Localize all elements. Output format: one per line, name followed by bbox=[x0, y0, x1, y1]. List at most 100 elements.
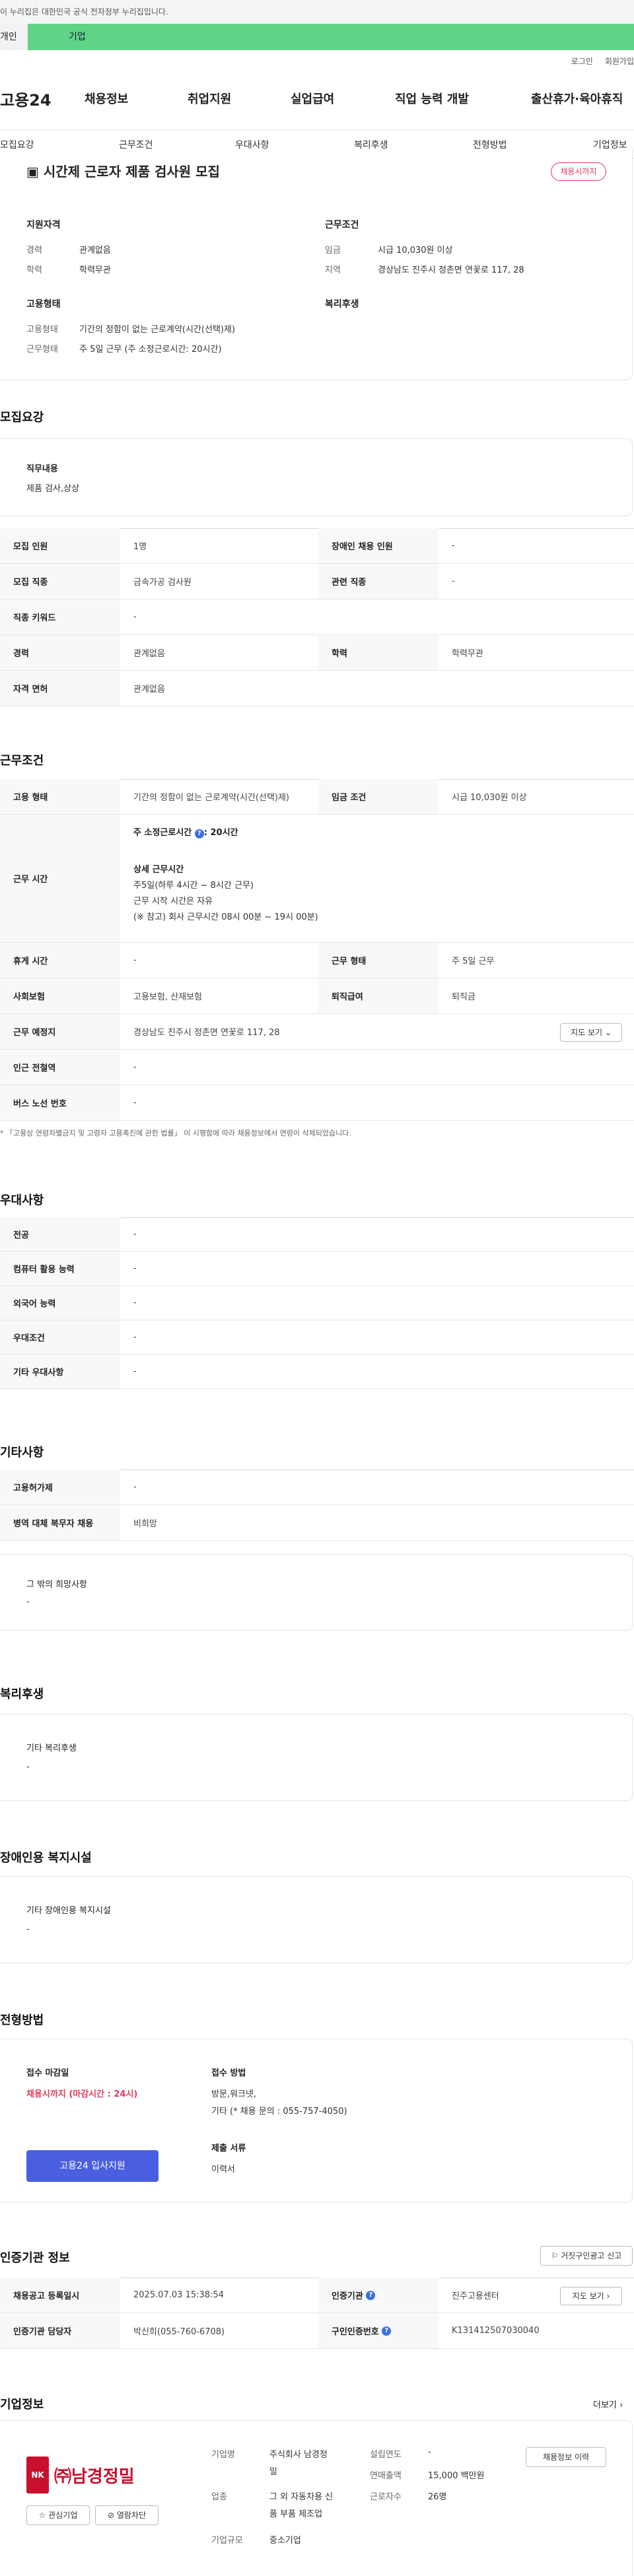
wage-label: 임금 bbox=[325, 246, 341, 255]
org-header-label: 인증기관 bbox=[332, 2291, 363, 2301]
bus-header: 버스 노선 번호 bbox=[0, 1085, 120, 1120]
detail-3: (※ 참고) 회사 근무시간 08시 00분 ~ 19시 00분) bbox=[133, 912, 318, 922]
recruit-header: 장애인 채용 인원 bbox=[318, 528, 439, 563]
site-logo[interactable]: 고용24 bbox=[0, 87, 52, 110]
method-1: 방문,워크넷, bbox=[211, 2089, 257, 2099]
recruit-value: - bbox=[452, 576, 455, 586]
org-header: 인증기관 ? bbox=[318, 2278, 439, 2313]
name-line-1: 주식회사 남경정 bbox=[269, 2450, 328, 2460]
rest-header: 휴게 시간 bbox=[0, 943, 120, 978]
edu-value: 학력무관 bbox=[79, 265, 111, 275]
apply-button[interactable]: 고용24 입사지원 bbox=[26, 2150, 158, 2182]
logo-text: ㈜남경정밀 bbox=[54, 2467, 135, 2487]
info-icon[interactable]: ? bbox=[366, 2290, 376, 2300]
fav-button[interactable]: ☆ 관심기업 bbox=[26, 2505, 90, 2525]
emp-header: 고용 형태 bbox=[0, 779, 120, 814]
recruit-header: 모집 인원 bbox=[0, 528, 120, 563]
company-card: NK ㈜남경정밀 ☆ 관심기업 ⊘ 열람차단 기업명 주식회사 남경정 밀 업종… bbox=[0, 2420, 633, 2576]
ins-value: 고용보험, 산재보험 bbox=[133, 992, 202, 1002]
nav-employment-support[interactable]: 취업지원 bbox=[188, 90, 231, 107]
recruit-value: 관계없음 bbox=[133, 649, 165, 659]
disab-card: 기타 장애인용 복지시설 - bbox=[0, 1876, 633, 1963]
detail-2: 근무 시작 시간은 자유 bbox=[133, 897, 213, 906]
wage-header: 임금 조건 bbox=[318, 779, 439, 814]
square-icon: ▣ bbox=[26, 164, 44, 180]
gov-banner-text: 이 누리집은 대한민국 공식 전자정부 누리집입니다. bbox=[0, 7, 168, 17]
pref-header: 컴퓨터 활용 능력 bbox=[0, 1252, 120, 1285]
org-map-button[interactable]: 지도 보기 › bbox=[560, 2287, 622, 2305]
pref-row: 외국어 능력 - bbox=[0, 1286, 634, 1320]
signup-link[interactable]: 회원가입 bbox=[605, 55, 634, 67]
block-label: 열람차단 bbox=[116, 2511, 147, 2520]
info-icon[interactable]: ? bbox=[382, 2326, 392, 2336]
hours-line1: 주 소정근로시간 ?: 20시간 bbox=[133, 825, 238, 838]
duty-card: 직무내용 제품 검사,상상 bbox=[0, 438, 633, 516]
chevron-right-icon: › bbox=[606, 2291, 610, 2301]
place-header: 근무 예정지 bbox=[0, 1014, 120, 1049]
wage-value: 시급 10,030원 이상 bbox=[378, 246, 453, 255]
mgr-value: 박신희(055-760-6708) bbox=[133, 2327, 225, 2337]
chevron-right-icon: › bbox=[619, 2400, 623, 2410]
nav-parental-leave[interactable]: 출산휴가·육아휴직 bbox=[531, 90, 623, 107]
disab-label: 기타 장애인용 복지시설 bbox=[26, 1906, 111, 1916]
pref-header: 전공 bbox=[0, 1217, 120, 1251]
etc-value: 비희망 bbox=[133, 1519, 157, 1529]
subway-header: 인근 전철역 bbox=[0, 1050, 120, 1085]
etc-row: 고용허가제 - bbox=[0, 1470, 634, 1505]
region-value: 경상남도 진주시 정촌면 연꽃로 117, 28 bbox=[378, 265, 524, 275]
company-logo: NK ㈜남경정밀 bbox=[26, 2454, 158, 2496]
subway-value: - bbox=[133, 1062, 137, 1072]
history-button[interactable]: 채용정보 이력 bbox=[526, 2447, 606, 2467]
work-row-ins: 사회보험 고용보험, 산재보험 퇴직급여 퇴직금 bbox=[0, 978, 634, 1014]
emp-value: 26명 bbox=[428, 2492, 447, 2502]
pref-header: 기타 우대사항 bbox=[0, 1355, 120, 1388]
report-button[interactable]: ⚐ 거짓구인광고 신고 bbox=[540, 2246, 633, 2266]
tab-company[interactable]: 기업 bbox=[28, 24, 634, 50]
method-2: 기타 (* 채용 문의 : 055-757-4050) bbox=[211, 2107, 347, 2117]
duty-value: 제품 검사,상상 bbox=[26, 484, 80, 494]
job-title-wrap: ▣ 시간제 근로자 제품 검사원 모집 bbox=[26, 161, 220, 180]
map-button[interactable]: 지도 보기 ⌄ bbox=[560, 1023, 622, 1042]
place-value: 경상남도 진주시 정촌면 연꽃로 117, 28 bbox=[133, 1028, 280, 1038]
work-row-bus: 버스 노선 번호 - bbox=[0, 1085, 634, 1121]
nav-jobs[interactable]: 채용정보 bbox=[85, 90, 128, 107]
recruit-value: 학력무관 bbox=[452, 649, 483, 659]
recruit-header: 관련 직종 bbox=[318, 564, 439, 599]
recruit-row: 자격 면허 관계없음 bbox=[0, 671, 634, 706]
recruit-header: 경력 bbox=[0, 635, 120, 670]
pref-row: 기타 우대사항 - bbox=[0, 1355, 634, 1389]
nav-training[interactable]: 직업 능력 개발 bbox=[395, 90, 469, 107]
recruit-value: - bbox=[133, 612, 137, 622]
screen-card: 접수 마감일 채용시까지 (마감시간 : 24시) 고용24 입사지원 접수 방… bbox=[0, 2039, 633, 2202]
disab-title: 장애인용 복지시설 bbox=[0, 1851, 92, 1865]
nav-unemployment[interactable]: 실업급여 bbox=[291, 90, 334, 107]
num-header-label: 구인인증번호 bbox=[332, 2327, 379, 2337]
pref-title: 우대사항 bbox=[0, 1194, 44, 1207]
pref-header: 외국어 능력 bbox=[0, 1286, 120, 1320]
etc-title: 기타사항 bbox=[0, 1446, 44, 1460]
rest-value: - bbox=[133, 955, 137, 965]
login-link[interactable]: 로그인 bbox=[571, 55, 593, 67]
method-label: 접수 방법 bbox=[211, 2068, 246, 2078]
recruit-value: 금속가공 검사원 bbox=[133, 578, 192, 588]
tab-personal[interactable]: 개인 bbox=[0, 24, 28, 50]
org-value: 진주고용센터 bbox=[452, 2291, 499, 2301]
etc-header: 고용허가제 bbox=[0, 1470, 120, 1505]
screen-title: 전형방법 bbox=[0, 2014, 44, 2027]
size-value: 중소기업 bbox=[269, 2536, 301, 2546]
name-line-2: 밀 bbox=[269, 2467, 277, 2477]
welfare-value: - bbox=[26, 1762, 30, 1772]
num-value: K131412507030040 bbox=[452, 2326, 540, 2336]
info-icon[interactable]: ? bbox=[194, 829, 204, 838]
more-link[interactable]: 더보기 › bbox=[593, 2398, 623, 2410]
hours-line1-value: : 20시간 bbox=[203, 828, 238, 838]
etc-value: - bbox=[133, 1482, 137, 1492]
nk-mark: NK bbox=[26, 2457, 49, 2493]
bus-value: - bbox=[133, 1098, 137, 1108]
pref-value: - bbox=[133, 1367, 137, 1376]
block-button[interactable]: ⊘ 열람차단 bbox=[95, 2505, 158, 2525]
name-label: 기업명 bbox=[211, 2450, 235, 2460]
wage-cell: 시급 10,030원 이상 bbox=[452, 793, 527, 803]
detail-1: 주5일(하루 4시간 ~ 8시간 근무) bbox=[133, 881, 254, 891]
pref-row: 전공 - bbox=[0, 1217, 634, 1252]
